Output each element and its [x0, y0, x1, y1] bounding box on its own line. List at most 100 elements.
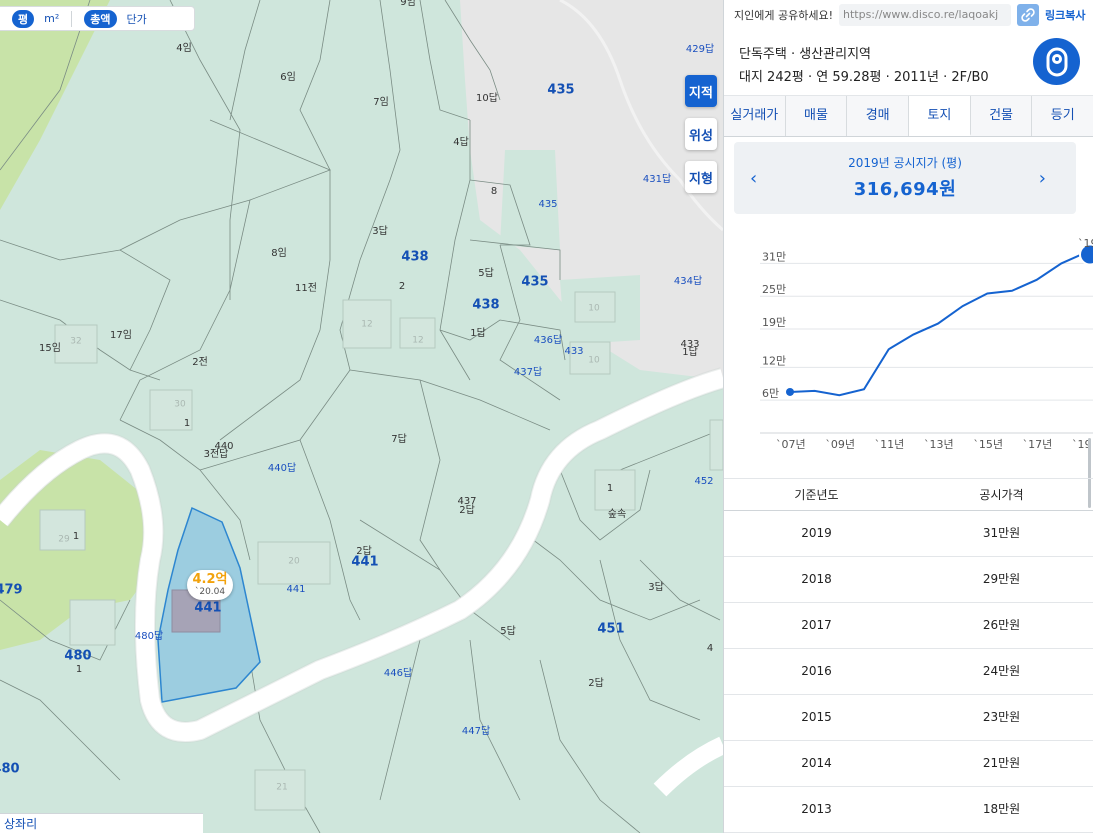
parcel-label: 1답 — [682, 347, 698, 358]
parcel-label: 6임 — [280, 72, 296, 83]
parcel-label: 451 — [597, 621, 625, 637]
parcel-label: 1 — [75, 664, 83, 675]
year-cell: 2019 — [801, 526, 832, 540]
parcel-label: 30 — [174, 399, 186, 410]
table-row: 2017 26만원 — [724, 603, 1093, 649]
parcel-label: 447답 — [461, 726, 491, 737]
parcel-label: 17임 — [110, 330, 132, 341]
parcel-label: 480답 — [134, 631, 164, 642]
parcel-label: 21 — [276, 782, 288, 793]
parcel-label: 438 — [401, 249, 429, 265]
price-cell: 24만원 — [982, 664, 1021, 678]
streetview-icon[interactable] — [1033, 38, 1080, 85]
parcel-label: 431답 — [642, 174, 672, 185]
parcel-label: 20 — [288, 556, 300, 567]
parcel-label: 15임 — [39, 343, 61, 354]
satellite-layer-button[interactable]: 위성 — [685, 118, 717, 150]
parcel-label: 429답 — [685, 44, 715, 55]
column-header-year: 기준년도 — [794, 488, 839, 502]
last-point-label: `19 — [1078, 237, 1093, 250]
tab-building[interactable]: 건물 — [971, 96, 1033, 136]
parcel-label: 479 — [0, 582, 23, 598]
parcel-label: 437답 — [513, 367, 543, 378]
parcel-label: 480 — [0, 761, 20, 777]
copy-link-button[interactable]: 링크복사 — [1045, 7, 1085, 23]
y-tick-label: 31만 — [762, 250, 786, 263]
chevron-right-icon[interactable]: › — [1039, 168, 1046, 189]
parcel-label: 436답 — [533, 335, 563, 346]
official-price-box: ‹ 2019년 공시지가 (평) 316,694원 › — [734, 142, 1076, 214]
share-prompt: 지인에게 공유하세요! — [734, 9, 833, 22]
parcel-label: 4임 — [176, 43, 192, 54]
parcel-label: 10답 — [476, 93, 498, 104]
table-row: 2018 29만원 — [724, 557, 1093, 603]
table-row: 2013 18만원 — [724, 787, 1093, 833]
parcel-label: 480 — [64, 648, 92, 664]
price-marker-price: 4.2억 — [192, 572, 228, 587]
x-tick-label: `13년 — [924, 438, 954, 451]
parcel-label: 숲속 — [607, 509, 627, 520]
series-line — [789, 251, 1087, 397]
parcel-label: 1답 — [470, 328, 486, 339]
parcel-label: 5답 — [500, 626, 516, 637]
parcel-label: 7답 — [391, 434, 407, 445]
chevron-left-icon[interactable]: ‹ — [750, 168, 757, 189]
parcel-label: 1 — [72, 531, 80, 542]
parcel-label: 452 — [694, 476, 714, 487]
m2-toggle[interactable]: m² — [44, 12, 59, 25]
price-cell: 21만원 — [982, 756, 1021, 770]
cadastral-map[interactable] — [0, 0, 723, 833]
price-cell: 23만원 — [982, 710, 1021, 724]
unit-price-toggle[interactable]: 단가 — [127, 11, 147, 27]
terrain-layer-button[interactable]: 지형 — [685, 161, 717, 193]
table-row: 2014 21만원 — [724, 741, 1093, 787]
x-tick-label: `17년 — [1023, 438, 1053, 451]
tab-land[interactable]: 토지 — [909, 96, 971, 136]
year-cell: 2016 — [801, 664, 832, 678]
parcel-label: 1 — [183, 418, 191, 429]
x-tick-label: `15년 — [973, 438, 1003, 451]
price-table: 2019 31만원 2018 29만원 2017 26만원 2016 24만원 2015 23만원… — [724, 511, 1093, 833]
price-cell: 31만원 — [982, 526, 1021, 540]
price-marker[interactable]: 4.2억 `20.04 — [187, 570, 233, 600]
data-point-start — [786, 387, 794, 396]
link-icon[interactable] — [1017, 4, 1039, 26]
x-tick-label: `09년 — [825, 438, 855, 451]
price-table-header: 기준년도 공시가격 — [724, 478, 1093, 511]
unit-toggle-bar: 평 m² 총액 단가 — [0, 6, 195, 31]
parcel-label: 3답 — [648, 582, 664, 593]
price-cell: 26만원 — [982, 618, 1021, 632]
parcel-label: 5답 — [478, 268, 494, 279]
x-tick-label: `07년 — [776, 438, 806, 451]
price-marker-date: `20.04 — [194, 587, 226, 597]
parcel-label: 2 — [398, 281, 406, 292]
parcel-label: 7임 — [373, 97, 389, 108]
price-cell: 18만원 — [982, 802, 1021, 816]
y-tick-label: 6만 — [762, 387, 779, 400]
official-price-year: 2019년 공시지가 (평) — [848, 156, 962, 170]
year-cell: 2018 — [801, 572, 832, 586]
tab-registry[interactable]: 등기 — [1032, 96, 1093, 136]
parcel-label: 435 — [538, 199, 558, 210]
tab-transactions[interactable]: 실거래가 — [724, 96, 786, 136]
info-tabs: 실거래가 매물 경매 토지 건물 등기 — [724, 96, 1093, 137]
year-cell: 2015 — [801, 710, 832, 724]
parcel-label: 8 — [490, 186, 498, 197]
parcel-label: 435 — [521, 274, 549, 290]
column-header-price: 공시가격 — [979, 488, 1024, 502]
parcel-label: 8임 — [271, 248, 287, 259]
pyeong-toggle[interactable]: 평 — [12, 9, 35, 28]
x-tick-label: `11년 — [875, 438, 905, 451]
cadastral-layer-button[interactable]: 지적 — [685, 75, 717, 107]
tab-auction[interactable]: 경매 — [847, 96, 910, 136]
share-row: 지인에게 공유하세요! https://www.disco.re/laqoakj… — [724, 0, 1093, 30]
parcel-label: 2전 — [192, 357, 208, 368]
share-url-field[interactable]: https://www.disco.re/laqoakj — [839, 4, 1011, 26]
property-summary: 단독주택 · 생산관리지역 대지 242평 · 연 59.28평 · 2011년… — [724, 30, 1093, 96]
parcel-label: 435 — [547, 82, 575, 98]
tab-listings[interactable]: 매물 — [786, 96, 848, 136]
total-price-toggle[interactable]: 총액 — [84, 9, 117, 28]
parcel-label: 441 — [286, 584, 306, 595]
parcel-label: 12 — [361, 319, 373, 330]
map-view[interactable]: 9임 4임 6임 7임 10답 435 429답 4답 8 435 431답 3답 8임 438 5답 435… — [0, 0, 723, 833]
